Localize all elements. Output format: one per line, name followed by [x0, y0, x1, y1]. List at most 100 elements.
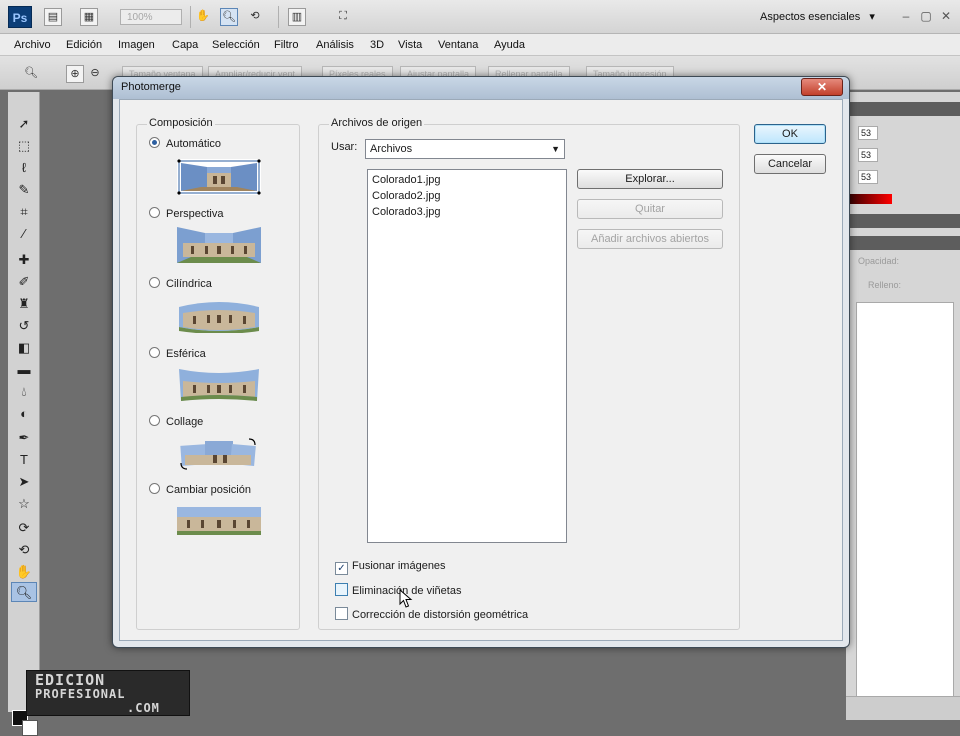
minimize-icon[interactable]: –: [898, 8, 914, 24]
arrange-documents-icon[interactable]: ▥: [288, 8, 306, 26]
zoom-in-icon[interactable]: ⊕: [66, 65, 84, 83]
3d-rotate-tool-icon[interactable]: ⟳: [11, 518, 37, 538]
path-selection-tool-icon[interactable]: ➤: [11, 472, 37, 492]
layout-auto-radio[interactable]: Automático: [149, 137, 221, 153]
pen-tool-icon[interactable]: ✒: [11, 428, 37, 448]
layout-perspective-radio[interactable]: Perspectiva: [149, 207, 223, 223]
close-button[interactable]: ✕: [801, 78, 843, 96]
use-dropdown[interactable]: Archivos ▼: [365, 139, 565, 159]
add-open-files-button[interactable]: Añadir archivos abiertos: [577, 229, 723, 249]
radio-icon: [149, 347, 160, 358]
maximize-icon[interactable]: ▢: [918, 8, 934, 24]
view-extras-icon[interactable]: ▦: [80, 8, 98, 26]
geometric-distortion-checkbox[interactable]: Corrección de distorsión geométrica: [335, 607, 528, 623]
list-item[interactable]: Colorado3.jpg: [372, 204, 441, 220]
radio-label: Esférica: [166, 348, 206, 360]
rotate-view-icon[interactable]: ⟲: [246, 8, 264, 26]
panel-header: [846, 214, 960, 228]
workspace-label: Aspectos esenciales: [760, 11, 861, 23]
3d-orbit-tool-icon[interactable]: ⟲: [11, 540, 37, 560]
watermark-line: .COM: [127, 701, 160, 715]
reposition-layout-thumbnail: [177, 507, 261, 535]
screen-mode-icon[interactable]: ⛶: [334, 8, 352, 26]
lasso-tool-icon[interactable]: ℓ: [11, 158, 37, 178]
dodge-tool-icon[interactable]: ◐: [11, 404, 37, 424]
layout-cylindrical-radio[interactable]: Cilíndrica: [149, 277, 212, 293]
watermark-line: PROFESIONAL: [35, 687, 126, 701]
eyedropper-tool-icon[interactable]: ⁄: [11, 224, 37, 244]
eraser-tool-icon[interactable]: ◧: [11, 338, 37, 358]
zoom-level-field[interactable]: 100%: [120, 9, 182, 25]
menu-capa[interactable]: Capa: [172, 34, 198, 56]
blur-tool-icon[interactable]: 💧︎: [11, 382, 37, 402]
radio-icon: [149, 415, 160, 426]
type-tool-icon[interactable]: T: [11, 450, 37, 470]
ok-button[interactable]: OK: [754, 124, 826, 144]
quick-selection-tool-icon[interactable]: ✎: [11, 180, 37, 200]
layout-reposition-radio[interactable]: Cambiar posición: [149, 483, 251, 499]
cylindrical-layout-thumbnail: [179, 302, 259, 333]
color-value-field[interactable]: 53: [858, 170, 878, 184]
zoom-tool-icon[interactable]: 🔍︎: [220, 8, 238, 26]
panel-header: [846, 102, 960, 116]
source-files-legend: Archivos de origen: [329, 117, 425, 129]
menu-ayuda[interactable]: Ayuda: [494, 34, 525, 56]
radio-label: Cilíndrica: [166, 278, 212, 290]
clone-stamp-tool-icon[interactable]: ♜: [11, 294, 37, 314]
menu-edicion[interactable]: Edición: [66, 34, 102, 56]
list-item[interactable]: Colorado2.jpg: [372, 188, 441, 204]
photoshop-logo[interactable]: Ps: [8, 6, 32, 28]
workspace-switcher[interactable]: Aspectos esenciales ▾: [760, 8, 890, 26]
checkmark-icon: ✓: [335, 562, 348, 575]
composition-group: Composición Automático Perspectiva Cilín…: [136, 117, 300, 630]
cancel-button[interactable]: Cancelar: [754, 154, 826, 174]
shape-tool-icon[interactable]: ☆: [11, 494, 37, 514]
panel-header: [846, 236, 960, 250]
dialog-titlebar[interactable]: Photomerge ✕: [113, 77, 849, 99]
list-item[interactable]: Colorado1.jpg: [372, 172, 441, 188]
collage-layout-thumbnail: [180, 438, 256, 470]
radio-label: Automático: [166, 138, 222, 150]
menu-imagen[interactable]: Imagen: [118, 34, 155, 56]
layout-spherical-radio[interactable]: Esférica: [149, 347, 206, 363]
watermark-line: EDICION: [35, 671, 106, 689]
layers-list[interactable]: [856, 302, 954, 702]
dialog-title: Photomerge: [121, 81, 181, 93]
application-bar: Ps ▤ ▦ 100% ✋ 🔍︎ ⟲ ▥ ⛶ Aspectos esencial…: [0, 0, 960, 34]
checkbox-icon: [335, 607, 348, 620]
zoom-out-icon[interactable]: ⊖: [86, 65, 104, 83]
file-list[interactable]: Colorado1.jpg Colorado2.jpg Colorado3.jp…: [367, 169, 567, 543]
zoom-tool-preset-icon[interactable]: 🔍︎: [22, 65, 40, 83]
radio-icon: [149, 207, 160, 218]
brush-tool-icon[interactable]: ✐: [11, 272, 37, 292]
menu-filtro[interactable]: Filtro: [274, 34, 298, 56]
layout-collage-radio[interactable]: Collage: [149, 415, 203, 431]
color-value-field[interactable]: 53: [858, 148, 878, 162]
menu-ventana[interactable]: Ventana: [438, 34, 478, 56]
perspective-layout-thumbnail: [177, 227, 261, 263]
composition-legend: Composición: [147, 117, 215, 129]
remove-button[interactable]: Quitar: [577, 199, 723, 219]
history-brush-tool-icon[interactable]: ↺: [11, 316, 37, 336]
gradient-tool-icon[interactable]: ▬: [11, 360, 37, 380]
crop-tool-icon[interactable]: ⌗: [11, 202, 37, 222]
radio-icon: [149, 483, 160, 494]
menu-3d[interactable]: 3D: [370, 34, 384, 56]
color-ramp[interactable]: [850, 194, 892, 204]
color-value-field[interactable]: 53: [858, 126, 878, 140]
browse-button[interactable]: Explorar...: [577, 169, 723, 189]
marquee-tool-icon[interactable]: ⬚: [11, 136, 37, 156]
menu-seleccion[interactable]: Selección: [212, 34, 260, 56]
hand-tool-icon[interactable]: ✋: [194, 8, 212, 26]
healing-brush-tool-icon[interactable]: ✚: [11, 250, 37, 270]
close-icon[interactable]: ✕: [938, 8, 954, 24]
hand-tool-icon[interactable]: ✋: [11, 562, 37, 582]
menu-analisis[interactable]: Análisis: [316, 34, 354, 56]
menu-archivo[interactable]: Archivo: [14, 34, 51, 56]
bridge-icon[interactable]: ▤: [44, 8, 62, 26]
move-tool-icon[interactable]: ➚: [11, 114, 37, 134]
blend-images-checkbox[interactable]: ✓ Fusionar imágenes: [335, 559, 446, 575]
menu-vista[interactable]: Vista: [398, 34, 422, 56]
background-color-swatch[interactable]: [22, 720, 38, 736]
zoom-tool-icon[interactable]: 🔍︎: [11, 582, 37, 602]
